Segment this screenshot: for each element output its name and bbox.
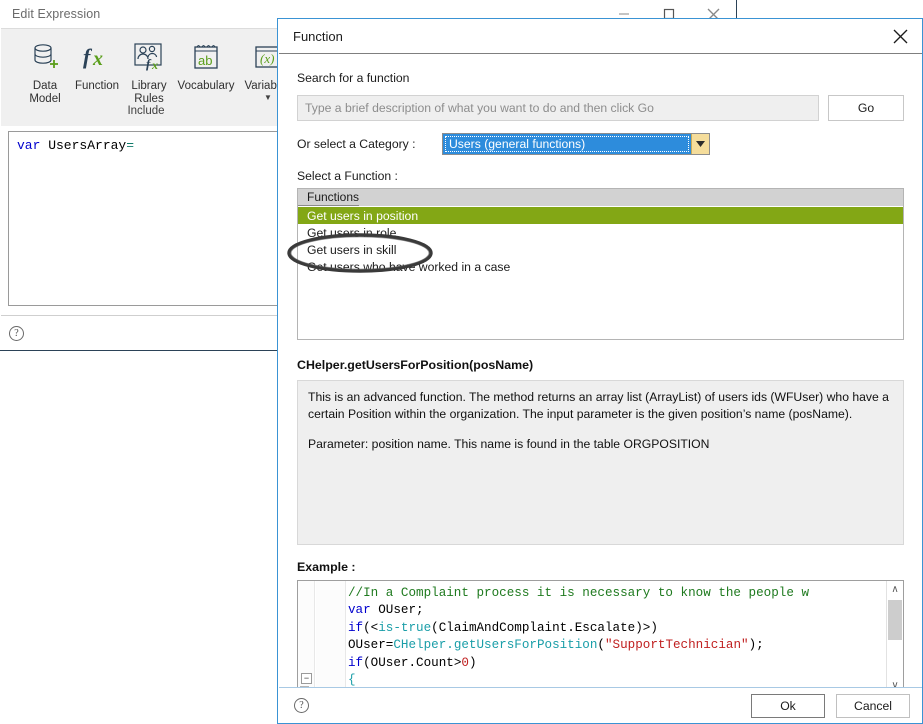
example-code: //In a Complaint process it is necessary… [348,585,885,691]
code-token: ( [597,638,605,653]
search-label: Search for a function [297,71,410,85]
code-token: if [348,620,364,635]
description-paragraph: This is an advanced function. The method… [308,390,889,421]
editor-keyword: var [17,138,41,153]
notepad-ab-icon: ab [189,37,223,77]
function-list-header: Functions [298,189,903,207]
code-token: //In a Complaint process it is necessary… [348,586,810,600]
svg-text:f: f [83,44,93,69]
scroll-up-icon[interactable]: ∧ [887,581,903,598]
function-list-column-header: Functions [298,189,360,206]
ribbon-group-label: Include [127,105,165,117]
svg-text:(x): (x) [260,51,274,66]
ribbon-label-function: Function [74,80,120,92]
code-token: if [348,655,364,670]
dialog-title: Function [293,28,343,44]
function-signature: CHelper.getUsersForPosition(posName) [297,358,534,372]
close-icon[interactable] [878,20,922,53]
svg-text:x: x [151,58,158,72]
window-title: Edit Expression [12,7,101,21]
function-list[interactable]: Functions Get users in position Get user… [297,188,904,340]
search-row: Type a brief description of what you wan… [297,95,904,121]
function-dialog: Function Search for a function Type a br… [277,18,923,724]
search-input[interactable]: Type a brief description of what you wan… [297,95,819,121]
code-collapse-toggle[interactable]: − [301,673,312,684]
ribbon-button-data-model[interactable]: Data Model [19,37,71,106]
description-paragraph: Parameter: position name. This name is f… [308,437,710,451]
code-token: OUser; [370,603,424,618]
desktop-background [0,351,275,724]
code-token: (OUser.Count> [363,655,462,670]
go-button[interactable]: Go [828,95,904,121]
category-selected-value: Users (general functions) [444,135,690,153]
help-icon[interactable]: ? [9,325,24,341]
chevron-down-icon[interactable]: ▼ [264,94,272,102]
list-item[interactable]: Get users in skill [298,241,903,258]
category-label: Or select a Category : [297,137,416,151]
ribbon-button-library-rules[interactable]: f x Library Rules [123,37,175,106]
ribbon-label-vocabulary: Vocabulary [177,80,235,92]
chevron-down-icon[interactable] [691,134,709,154]
database-add-icon [28,37,62,77]
code-token: (< [363,620,379,635]
function-dialog-titlebar: Function [278,19,922,53]
code-token: (ClaimAndComplaint.Escalate)>) [431,620,658,635]
example-label: Example : [297,560,356,574]
vertical-scroll-thumb[interactable] [888,600,902,640]
code-token: var [348,603,371,618]
code-token: ); [748,638,764,653]
ribbon-label-data-model: Data Model [29,80,61,105]
code-token: "SupportTechnician" [604,638,749,653]
svg-text:ab: ab [198,53,212,68]
code-token: CHelper.getUsersForPosition [393,638,598,653]
cancel-button[interactable]: Cancel [836,693,910,718]
select-function-label: Select a Function : [297,169,398,183]
function-dialog-footer: ? Ok Cancel [279,687,922,723]
list-item[interactable]: Get users who have worked in a case [298,258,903,275]
code-token: is-true [378,620,432,635]
ribbon-label-library-rules: Library Rules [131,80,167,105]
category-row: Or select a Category : Users (general fu… [297,133,904,155]
category-select[interactable]: Users (general functions) [442,133,710,155]
ok-button[interactable]: Ok [751,693,825,718]
svg-text:x: x [92,48,103,70]
dialog-action-buttons: Ok Cancel [751,693,910,718]
ribbon-button-function[interactable]: f x Function [71,37,123,93]
function-description: This is an advanced function. The method… [297,380,904,545]
people-fx-icon: f x [132,37,166,77]
code-token: { [348,673,356,688]
code-token: OUser= [348,638,394,653]
ribbon-button-vocabulary[interactable]: ab Vocabulary [175,37,237,93]
editor-operator: = [126,138,135,153]
code-token: 0 [461,655,469,670]
code-vertical-scrollbar[interactable]: ∧ ∨ [886,581,903,694]
list-item[interactable]: Get users in role [298,224,903,241]
fx-icon: f x [80,37,114,77]
code-gutter-inner [316,581,346,695]
list-item[interactable]: Get users in position [298,207,903,224]
code-token: ) [468,655,477,670]
screen: Edit Expression Data Model f x Function … [0,0,923,724]
help-icon[interactable]: ? [294,698,309,713]
editor-identifier: UsersArray [40,138,127,153]
function-dialog-body: Search for a function Type a brief descr… [279,53,922,710]
